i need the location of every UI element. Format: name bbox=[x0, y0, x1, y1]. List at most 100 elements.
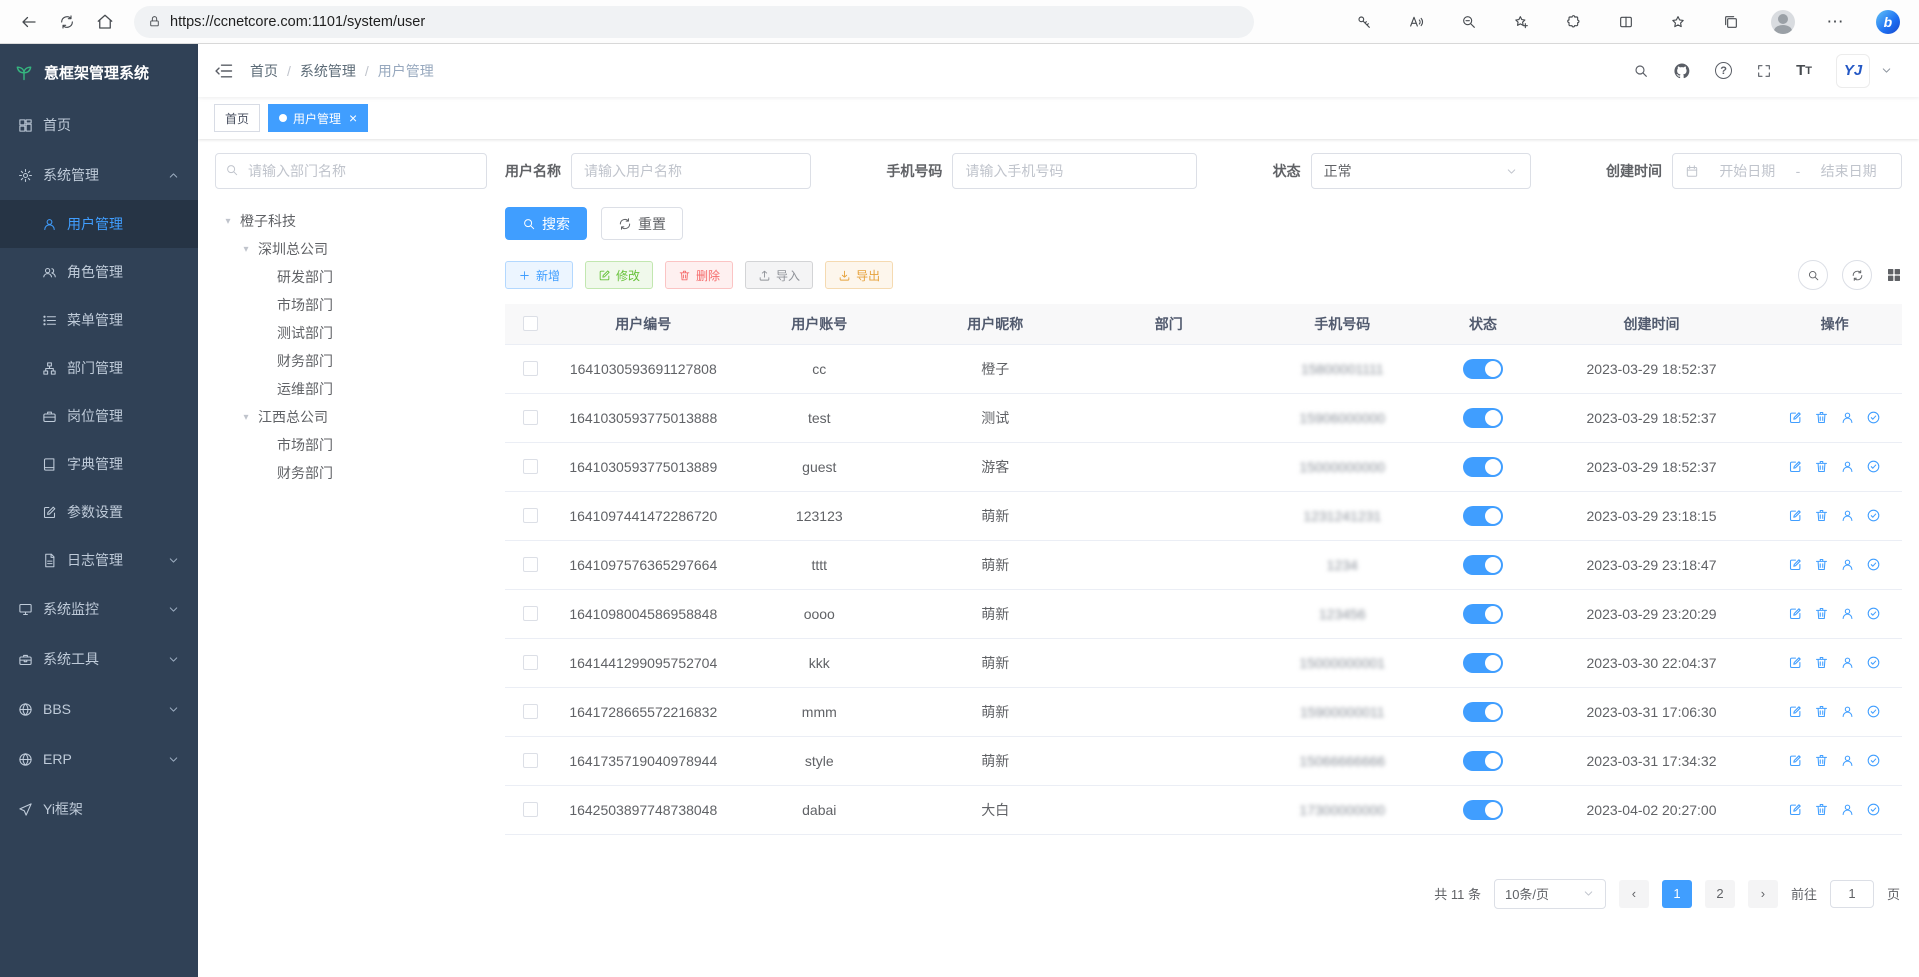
row-reset-password-icon[interactable] bbox=[1840, 508, 1855, 523]
row-delete-icon[interactable] bbox=[1814, 459, 1829, 474]
tree-node[interactable]: 市场部门 bbox=[215, 291, 487, 319]
browser-more-icon[interactable]: ⋯ bbox=[1819, 5, 1853, 39]
row-delete-icon[interactable] bbox=[1814, 802, 1829, 817]
sidebar-item-menu-mgmt[interactable]: 菜单管理 bbox=[0, 296, 198, 344]
status-toggle[interactable] bbox=[1463, 555, 1503, 575]
refresh-table-icon[interactable] bbox=[1842, 260, 1872, 290]
sidebar-item-yi-framework[interactable]: Yi框架 bbox=[0, 784, 198, 834]
sidebar-item-dict-mgmt[interactable]: 字典管理 bbox=[0, 440, 198, 488]
row-reset-password-icon[interactable] bbox=[1840, 557, 1855, 572]
columns-grid-icon[interactable] bbox=[1886, 267, 1902, 283]
date-range-picker[interactable]: 开始日期 - 结束日期 bbox=[1672, 153, 1902, 189]
sidebar-item-role-mgmt[interactable]: 角色管理 bbox=[0, 248, 198, 296]
tree-caret-icon[interactable]: ▾ bbox=[239, 412, 253, 423]
row-reset-password-icon[interactable] bbox=[1840, 459, 1855, 474]
toggle-search-icon[interactable] bbox=[1798, 260, 1828, 290]
page-size-select[interactable]: 10条/页 bbox=[1494, 879, 1606, 909]
row-assign-role-icon[interactable] bbox=[1866, 459, 1881, 474]
export-button[interactable]: 导出 bbox=[825, 261, 893, 289]
row-checkbox[interactable] bbox=[523, 410, 538, 425]
tab-user-mgmt[interactable]: 用户管理 × bbox=[268, 104, 368, 132]
row-assign-role-icon[interactable] bbox=[1866, 557, 1881, 572]
row-checkbox[interactable] bbox=[523, 655, 538, 670]
row-checkbox[interactable] bbox=[523, 606, 538, 621]
row-reset-password-icon[interactable] bbox=[1840, 606, 1855, 621]
tree-node[interactable]: ▾深圳总公司 bbox=[215, 235, 487, 263]
row-checkbox[interactable] bbox=[523, 459, 538, 474]
status-toggle[interactable] bbox=[1463, 800, 1503, 820]
refresh-icon[interactable] bbox=[50, 5, 84, 39]
status-toggle[interactable] bbox=[1463, 359, 1503, 379]
row-checkbox[interactable] bbox=[523, 753, 538, 768]
row-edit-icon[interactable] bbox=[1788, 606, 1803, 621]
tree-node[interactable]: 财务部门 bbox=[215, 347, 487, 375]
sidebar-item-dept-mgmt[interactable]: 部门管理 bbox=[0, 344, 198, 392]
row-reset-password-icon[interactable] bbox=[1840, 802, 1855, 817]
extensions-icon[interactable] bbox=[1557, 5, 1591, 39]
row-assign-role-icon[interactable] bbox=[1866, 753, 1881, 768]
sidebar-item-monitor[interactable]: 系统监控 bbox=[0, 584, 198, 634]
status-toggle[interactable] bbox=[1463, 751, 1503, 771]
read-aloud-icon[interactable] bbox=[1399, 5, 1433, 39]
row-edit-icon[interactable] bbox=[1788, 704, 1803, 719]
font-size-icon[interactable]: TT bbox=[1796, 62, 1812, 79]
github-icon[interactable] bbox=[1673, 62, 1691, 80]
address-bar[interactable]: https://ccnetcore.com:1101/system/user bbox=[134, 6, 1254, 38]
row-reset-password-icon[interactable] bbox=[1840, 655, 1855, 670]
row-edit-icon[interactable] bbox=[1788, 655, 1803, 670]
import-button[interactable]: 导入 bbox=[745, 261, 813, 289]
browser-profile-avatar[interactable] bbox=[1766, 5, 1800, 39]
row-delete-icon[interactable] bbox=[1814, 704, 1829, 719]
tree-node[interactable]: 市场部门 bbox=[215, 431, 487, 459]
row-delete-icon[interactable] bbox=[1814, 606, 1829, 621]
sidebar-item-erp[interactable]: ERP bbox=[0, 734, 198, 784]
sidebar-fold-icon[interactable] bbox=[214, 61, 234, 81]
row-edit-icon[interactable] bbox=[1788, 753, 1803, 768]
favorites-bar-icon[interactable] bbox=[1661, 5, 1695, 39]
goto-page-input[interactable] bbox=[1830, 880, 1874, 908]
tree-node[interactable]: 运维部门 bbox=[215, 375, 487, 403]
status-toggle[interactable] bbox=[1463, 457, 1503, 477]
sidebar-item-user-mgmt[interactable]: 用户管理 bbox=[0, 200, 198, 248]
collections-icon[interactable] bbox=[1714, 5, 1748, 39]
status-select[interactable]: 正常 bbox=[1311, 153, 1531, 189]
password-key-icon[interactable] bbox=[1347, 5, 1381, 39]
tab-close-icon[interactable]: × bbox=[349, 111, 357, 125]
row-edit-icon[interactable] bbox=[1788, 508, 1803, 523]
tree-caret-icon[interactable]: ▾ bbox=[221, 216, 235, 227]
copilot-icon[interactable]: b bbox=[1871, 5, 1905, 39]
row-delete-icon[interactable] bbox=[1814, 753, 1829, 768]
reset-button[interactable]: 重置 bbox=[601, 207, 683, 240]
tree-node[interactable]: 研发部门 bbox=[215, 263, 487, 291]
avatar-caret-icon[interactable] bbox=[1880, 64, 1893, 77]
split-screen-icon[interactable] bbox=[1609, 5, 1643, 39]
prev-page-button[interactable]: ‹ bbox=[1619, 880, 1649, 908]
home-icon[interactable] bbox=[88, 5, 122, 39]
select-all-checkbox[interactable] bbox=[523, 316, 538, 331]
row-edit-icon[interactable] bbox=[1788, 802, 1803, 817]
row-edit-icon[interactable] bbox=[1788, 410, 1803, 425]
fullscreen-icon[interactable] bbox=[1756, 63, 1772, 79]
status-toggle[interactable] bbox=[1463, 653, 1503, 673]
sidebar-item-log-mgmt[interactable]: 日志管理 bbox=[0, 536, 198, 584]
row-checkbox[interactable] bbox=[523, 704, 538, 719]
user-avatar[interactable]: YJ bbox=[1836, 54, 1870, 88]
sidebar-item-home[interactable]: 首页 bbox=[0, 100, 198, 150]
sidebar-item-system[interactable]: 系统管理 bbox=[0, 150, 198, 200]
tab-home[interactable]: 首页 bbox=[214, 104, 260, 132]
row-edit-icon[interactable] bbox=[1788, 459, 1803, 474]
phone-input[interactable] bbox=[952, 153, 1197, 189]
row-checkbox[interactable] bbox=[523, 508, 538, 523]
row-delete-icon[interactable] bbox=[1814, 655, 1829, 670]
tree-node[interactable]: 财务部门 bbox=[215, 459, 487, 487]
row-reset-password-icon[interactable] bbox=[1840, 704, 1855, 719]
breadcrumb-system[interactable]: 系统管理 bbox=[300, 61, 356, 81]
tree-caret-icon[interactable]: ▾ bbox=[239, 244, 253, 255]
row-assign-role-icon[interactable] bbox=[1866, 410, 1881, 425]
dept-search-input[interactable] bbox=[215, 153, 487, 189]
sidebar-item-bbs[interactable]: BBS bbox=[0, 684, 198, 734]
status-toggle[interactable] bbox=[1463, 604, 1503, 624]
add-favorite-star-icon[interactable] bbox=[1504, 5, 1538, 39]
sidebar-item-post-mgmt[interactable]: 岗位管理 bbox=[0, 392, 198, 440]
edit-button[interactable]: 修改 bbox=[585, 261, 653, 289]
